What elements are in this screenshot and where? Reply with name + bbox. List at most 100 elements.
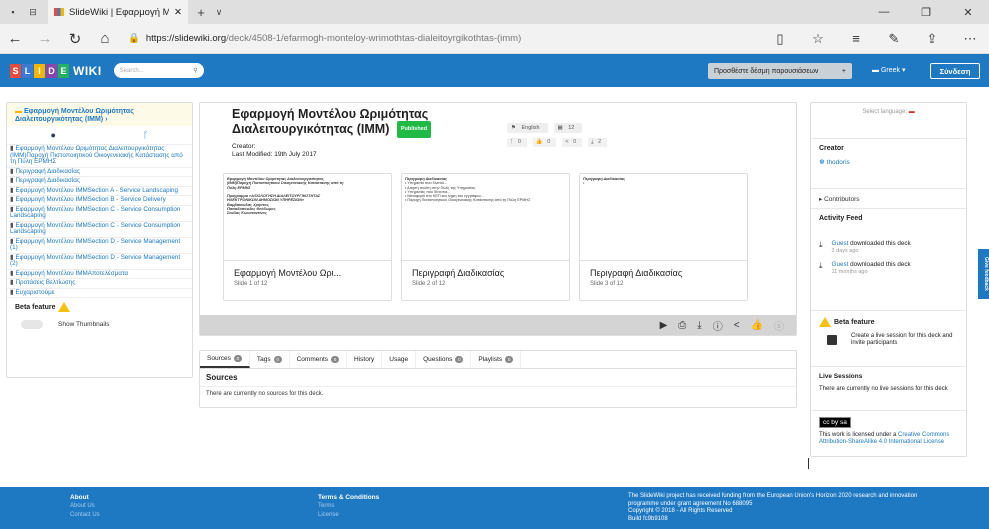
likes-count: 0	[544, 138, 554, 146]
feed-item: ⤓ Guest downloaded this deck 11 months ag…	[819, 261, 958, 276]
feed-user-link[interactable]: Guest	[832, 240, 849, 247]
creator-heading: Creator	[819, 145, 844, 152]
deck-toolbar: ▶ ⎙ ⤓ ⓘ < 👍 ⓢ	[200, 315, 796, 335]
site-search-input[interactable]: Search... ⚲	[113, 63, 204, 78]
tab-sources[interactable]: Sources 0	[200, 351, 250, 368]
slide-card[interactable]: Περιγραφή Διαδικασίας • Υπηρεσία που δίν…	[401, 173, 570, 301]
language-dropdown[interactable]: ▬ Greek ▾	[872, 66, 905, 74]
add-deck-button[interactable]: Προσθέστε δέσμη παρουσιάσεων +	[708, 63, 852, 79]
slide-card[interactable]: Εφαρμογή Μοντέλου Ωριμότητας Διαλειτουργ…	[223, 173, 392, 301]
warning-icon	[58, 302, 71, 312]
cc-license-badge[interactable]: cc by sa	[819, 417, 851, 428]
select-language[interactable]: Select language: ▬	[811, 103, 966, 139]
funding-text: The SlideWiki project has received fundi…	[628, 493, 918, 507]
slide-card-number: Slide 3 of 12	[590, 281, 624, 287]
list-item-label: Εφαρμογή Μοντέλου Ωριμότητας Διαλειτουργ…	[10, 145, 183, 165]
sources-empty-text: There are currently no sources for this …	[206, 391, 324, 397]
file-icon: ▮	[10, 269, 14, 277]
list-item[interactable]: ▮ Περιγραφή Διαδικασίας	[7, 177, 192, 187]
tab-list-icon[interactable]: ∨	[212, 5, 226, 19]
close-window-icon[interactable]: ✕	[947, 0, 989, 24]
feed-user-link[interactable]: Guest	[832, 261, 849, 268]
list-item[interactable]: ▮ Εφαρμογή Μοντέλου Ωριμότητας Διαλειτουρ…	[7, 145, 192, 168]
tab-questions[interactable]: Questions 0	[416, 351, 472, 368]
list-item[interactable]: ▮ Εφαρμογή Μοντέλου IMMSection C - Servic…	[7, 206, 192, 222]
fork-icon[interactable]: ᚴ	[143, 130, 148, 140]
slide-preview: Περιγραφή Διαδικασίας •	[580, 174, 747, 261]
slide-card-title[interactable]: Περιγραφή Διαδικασίας	[580, 261, 747, 278]
contributors-toggle[interactable]: ▸ Contributors	[811, 189, 966, 209]
tab-playlists[interactable]: Playlists 0	[471, 351, 522, 368]
slide-card-title[interactable]: Περιγραφή Διαδικασίας	[402, 261, 569, 278]
license-section: cc by sa This work is licensed under a C…	[811, 411, 966, 452]
shares-stat: < 0	[562, 138, 583, 147]
list-item[interactable]: ▮ Εφαρμογή Μοντέλου IMMSection D - Servic…	[7, 238, 192, 254]
url-field[interactable]: 🔒 https://slidewiki.org/deck/4508-1/efar…	[120, 29, 761, 49]
favorites-list-icon[interactable]: ≡	[837, 31, 875, 46]
tab-set-aside-icon[interactable]: ⊟	[26, 5, 40, 19]
maximize-icon[interactable]: ❐	[905, 0, 947, 24]
slide-card-title[interactable]: Εφαρμογή Μοντέλου Ωρι...	[224, 261, 391, 278]
terms-link[interactable]: Terms	[318, 502, 379, 511]
beta-feature-label: Beta feature	[7, 298, 192, 316]
new-tab-icon[interactable]: +	[194, 5, 208, 20]
slide-card[interactable]: Περιγραφή Διαδικασίας • Περιγραφή Διαδικ…	[579, 173, 748, 301]
forks-count: 0	[514, 138, 524, 146]
logo-letter: L	[22, 63, 33, 78]
report-icon[interactable]: ⓢ	[774, 318, 784, 333]
create-live-session[interactable]: Create a live session for this deck and …	[819, 333, 958, 347]
feed-time: 3 days ago	[831, 248, 859, 254]
download-icon[interactable]: ⤓	[697, 320, 701, 331]
tab-comments[interactable]: Comments 0	[290, 351, 348, 368]
browser-tab[interactable]: SlideWiki | Εφαρμογή Μ ✕	[48, 0, 188, 24]
thumbnails-toggle[interactable]	[21, 320, 43, 329]
home-icon[interactable]: ⌂	[90, 30, 120, 47]
slides-count-chip: ▦ 12	[553, 123, 583, 133]
close-tab-icon[interactable]: ✕	[174, 7, 182, 18]
play-icon[interactable]: ●	[51, 130, 56, 140]
more-icon[interactable]: ⋯	[951, 31, 989, 47]
feedback-tab[interactable]: Give feedback	[978, 249, 989, 299]
tab-count: 0	[331, 356, 340, 363]
list-item[interactable]: ▮ Εφαρμογή Μοντέλου IMMΑποτελέσματα	[7, 269, 192, 279]
list-item[interactable]: ▮ Προτάσεις Βελτίωσης	[7, 279, 192, 289]
favorite-star-icon[interactable]: ☆	[799, 31, 837, 47]
feed-action: downloaded this deck	[848, 240, 911, 247]
list-item-label: Εφαρμογή Μοντέλου IMMSection C - Service…	[10, 221, 181, 235]
creator-link[interactable]: ☸ thodoris	[819, 158, 958, 166]
published-badge: Published	[396, 121, 432, 138]
tree-header[interactable]: ▬ Εφαρμογή Μοντέλου Ωριμότητας Διαλειτου…	[7, 103, 192, 126]
tab-tags[interactable]: Tags 0	[250, 351, 290, 368]
tab-usage[interactable]: Usage	[382, 351, 417, 368]
tab-history[interactable]: History	[347, 351, 383, 368]
pen-icon[interactable]: ✎	[875, 31, 913, 47]
list-item[interactable]: ▮ Εφαρμογή Μοντέλου IMMSection A - Servic…	[7, 187, 192, 196]
signin-button[interactable]: Σύνδεση	[930, 63, 980, 79]
list-item[interactable]: ▮ Ευχαριστούμε	[7, 289, 192, 298]
downloads-count: 2	[595, 138, 605, 146]
share-icon[interactable]: ⇪	[913, 31, 951, 47]
back-icon[interactable]: ←	[0, 30, 30, 47]
play-icon[interactable]: ▶	[660, 320, 668, 331]
list-item-label: Προτάσεις Βελτίωσης	[15, 279, 76, 286]
info-icon[interactable]: ⓘ	[713, 318, 723, 333]
tab-label: Sources	[207, 355, 231, 362]
license-footer-link[interactable]: License	[318, 511, 379, 520]
like-icon[interactable]: 👍	[751, 320, 763, 331]
contact-us-link[interactable]: Contact Us	[70, 511, 100, 520]
list-item[interactable]: ▮ Εφαρμογή Μοντέλου IMMSection B - Servic…	[7, 196, 192, 206]
list-item[interactable]: ▮ Εφαρμογή Μοντέλου IMMSection D - Servic…	[7, 254, 192, 270]
slide-list: ▮ Εφαρμογή Μοντέλου Ωριμότητας Διαλειτουρ…	[7, 145, 192, 298]
share-icon[interactable]: <	[734, 320, 740, 331]
forward-icon[interactable]: →	[30, 30, 60, 47]
print-icon[interactable]: ⎙	[678, 320, 686, 331]
search-icon[interactable]: ⚲	[193, 67, 197, 74]
list-item[interactable]: ▮ Εφαρμογή Μοντέλου IMMSection C - Servic…	[7, 222, 192, 238]
reading-view-icon[interactable]: ▯	[761, 31, 799, 47]
refresh-icon[interactable]: ↻	[60, 30, 90, 48]
minimize-icon[interactable]: —	[863, 0, 905, 24]
slidewiki-logo[interactable]: S L I D E WIKI	[10, 63, 102, 78]
about-us-link[interactable]: About Us	[70, 502, 100, 511]
list-item[interactable]: ▮ Περιγραφή Διαδικασίας	[7, 168, 192, 177]
tab-actions-icon[interactable]: ▪	[6, 5, 20, 19]
